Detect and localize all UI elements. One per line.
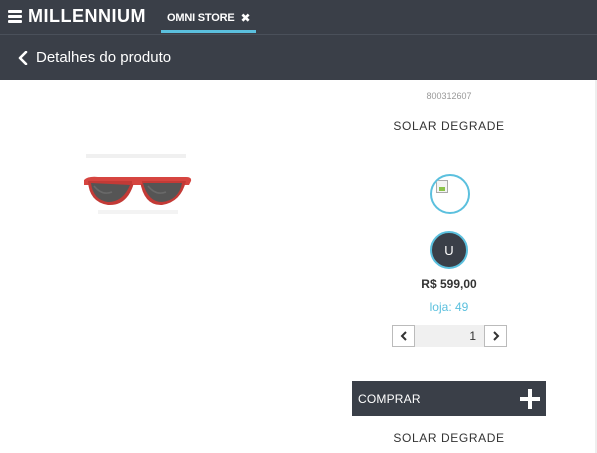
increase-button[interactable] — [484, 325, 507, 347]
plus-icon — [520, 388, 540, 409]
chevron-left-icon — [18, 50, 28, 65]
product-price: R$ 599,00 — [421, 277, 477, 291]
size-label: U — [444, 242, 454, 258]
tab-label: OMNI STORE — [167, 11, 235, 24]
back-button[interactable]: Detalhes do produto — [16, 49, 171, 66]
page-title: Detalhes do produto — [36, 49, 172, 66]
product-sku: 800312607 — [426, 91, 472, 101]
quantity-stepper: 1 — [392, 325, 507, 347]
tab-omni-store[interactable]: OMNI STORE ✖ — [161, 5, 257, 33]
buy-button[interactable]: COMPRAR — [352, 381, 546, 416]
broken-image-icon — [436, 180, 448, 193]
sunglasses-image — [84, 154, 192, 214]
app-logo: MILLENNIUM — [28, 6, 146, 26]
decrease-button[interactable] — [392, 325, 415, 347]
quantity-value[interactable]: 1 — [415, 329, 484, 343]
product-name: SOLAR DEGRADE — [393, 119, 505, 133]
hamburger-icon[interactable] — [8, 10, 22, 23]
color-swatch[interactable] — [430, 174, 470, 214]
product-name-footer: SOLAR DEGRADE — [393, 431, 505, 445]
buy-label: COMPRAR — [358, 391, 421, 406]
chevron-left-icon — [400, 331, 407, 341]
size-option-button[interactable]: U — [430, 231, 468, 269]
top-bar: MILLENNIUM OMNI STORE ✖ — [0, 0, 597, 34]
chevron-right-icon — [492, 331, 499, 341]
store-stock-link[interactable]: loja: 49 — [352, 300, 546, 314]
close-icon[interactable]: ✖ — [240, 11, 250, 25]
sub-header: Detalhes do produto — [0, 34, 597, 80]
